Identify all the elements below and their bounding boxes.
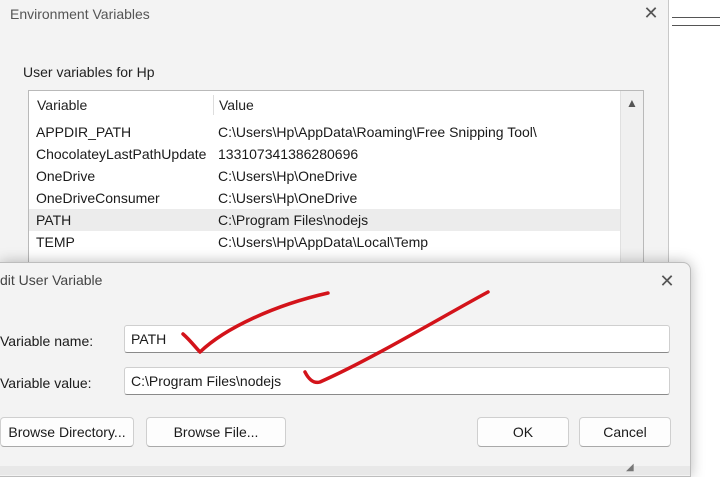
resize-grip-icon[interactable]: ◢	[626, 462, 638, 474]
dialog-title: dit User Variable	[0, 272, 103, 288]
scroll-up-icon[interactable]: ▲	[621, 91, 643, 115]
variable-value-label: Variable value:	[0, 375, 92, 391]
list-header: Variable Value	[29, 91, 621, 117]
table-row[interactable]: ChocolateyLastPathUpdate 133107341386280…	[29, 143, 621, 165]
user-variables-group-label: User variables for Hp	[23, 64, 155, 80]
close-icon[interactable]: ✕	[640, 2, 662, 24]
variable-value-cell: C:\Users\Hp\OneDrive	[218, 190, 358, 206]
table-row[interactable]: OneDriveConsumer C:\Users\Hp\OneDrive	[29, 187, 621, 209]
variable-value-cell: C:\Users\Hp\AppData\Local\Temp	[218, 234, 429, 250]
divider	[672, 17, 720, 18]
column-header-variable[interactable]: Variable	[37, 97, 87, 113]
edit-user-variable-dialog: dit User Variable ✕ Variable name: PATH …	[0, 262, 691, 477]
variable-name-cell: TEMP	[36, 234, 75, 250]
browse-directory-button[interactable]: Browse Directory...	[0, 417, 134, 447]
table-row[interactable]: OneDrive C:\Users\Hp\OneDrive	[29, 165, 621, 187]
variable-name-cell: APPDIR_PATH	[36, 124, 132, 140]
variable-value-input[interactable]: C:\Program Files\nodejs	[124, 367, 670, 395]
variable-name-cell: PATH	[36, 212, 72, 228]
close-icon[interactable]: ✕	[655, 269, 679, 293]
column-header-value[interactable]: Value	[219, 97, 254, 113]
variable-name-cell: OneDrive	[36, 168, 96, 184]
column-separator[interactable]	[213, 95, 214, 115]
variable-value-cell: C:\Program Files\nodejs	[218, 212, 369, 228]
divider	[672, 25, 720, 26]
window-title: Environment Variables	[10, 6, 150, 22]
ok-button[interactable]: OK	[477, 417, 569, 447]
variable-value-cell: C:\Users\Hp\OneDrive	[218, 168, 358, 184]
table-row-selected[interactable]: PATH C:\Program Files\nodejs	[29, 209, 621, 231]
table-row[interactable]: TEMP C:\Users\Hp\AppData\Local\Temp	[29, 231, 621, 253]
vertical-scrollbar[interactable]: ▲	[620, 91, 643, 291]
table-row[interactable]: APPDIR_PATH C:\Users\Hp\AppData\Roaming\…	[29, 121, 621, 143]
variable-value-cell: C:\Users\Hp\AppData\Roaming\Free Snippin…	[218, 124, 537, 140]
background-window-bottom	[0, 466, 690, 475]
variable-name-label: Variable name:	[0, 333, 94, 349]
variable-name-input[interactable]: PATH	[124, 325, 670, 353]
variable-name-cell: OneDriveConsumer	[36, 190, 160, 206]
browse-file-button[interactable]: Browse File...	[146, 417, 286, 447]
variable-name-cell: ChocolateyLastPathUpdate	[36, 146, 207, 162]
cancel-button[interactable]: Cancel	[579, 417, 671, 447]
variable-value-cell: 133107341386280696	[218, 146, 359, 162]
